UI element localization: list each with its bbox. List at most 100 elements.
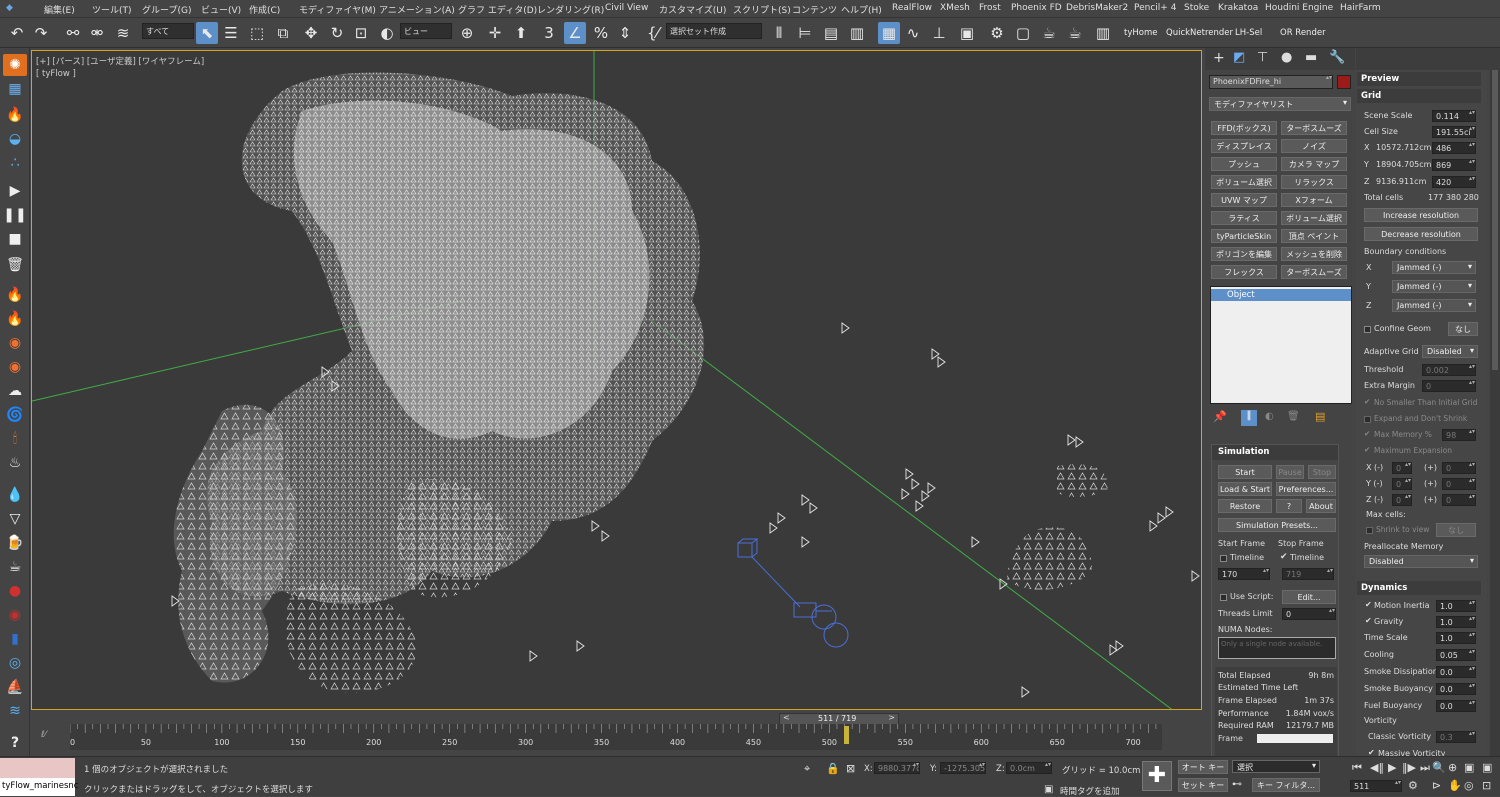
xm-spinner[interactable]: 0 <box>1392 462 1412 474</box>
menu-krakatoa[interactable]: Krakatoa <box>1218 3 1258 13</box>
angle-snap-icon[interactable]: ∠ <box>564 22 586 44</box>
sim-start-button[interactable]: Start <box>1218 465 1272 479</box>
edit-script-button[interactable]: Edit... <box>1282 590 1336 604</box>
undo-icon[interactable]: ↶ <box>6 22 28 44</box>
remove-modifier-icon[interactable]: 🗑 <box>1287 411 1300 422</box>
fire-source-icon[interactable]: 🔥 <box>3 104 27 126</box>
edit-named-selection-icon[interactable]: {⁄ <box>642 22 664 44</box>
y-coord-field[interactable]: -1275.305 <box>940 762 986 774</box>
expand-checkbox[interactable] <box>1364 416 1371 423</box>
modifier-displace-button[interactable]: ディスプレイス <box>1211 139 1277 153</box>
trash-icon[interactable]: 🗑 <box>3 254 27 276</box>
modifier-edit-poly-button[interactable]: ポリゴンを編集 <box>1211 247 1277 261</box>
rotate-icon[interactable]: ↻ <box>326 22 348 44</box>
dynamics-section-header[interactable]: Dynamics <box>1357 581 1481 595</box>
help-icon[interactable]: ? <box>3 732 27 754</box>
viewport-tyflow-label[interactable]: [ tyFlow ] <box>36 69 76 79</box>
menu-civil-view[interactable]: Civil View <box>605 3 648 13</box>
menu-modifiers[interactable]: モディファイヤ(M) <box>299 3 376 16</box>
rollout-scrollbar-thumb[interactable] <box>1492 70 1498 370</box>
modifier-uvw-map-button[interactable]: UVW マップ <box>1211 193 1277 207</box>
menu-scripting[interactable]: スクリプト(S) <box>733 3 791 16</box>
placement-icon[interactable]: ◐ <box>376 22 398 44</box>
rect-selection-icon[interactable]: ⬚ <box>246 22 268 44</box>
xp-spinner[interactable]: 0 <box>1442 462 1476 474</box>
preallocate-memory-dropdown[interactable]: Disabled <box>1364 555 1478 568</box>
modifier-relax-button[interactable]: リラックス <box>1281 175 1347 189</box>
isolate-selection-icon[interactable]: ⌖ <box>804 762 810 776</box>
selection-filter-dropdown[interactable]: すべて <box>142 23 194 39</box>
link-icon[interactable]: ⚯ <box>62 22 84 44</box>
menu-rendering[interactable]: レンダリング(R) <box>537 3 604 16</box>
cooling-spinner[interactable]: 0.05 <box>1436 649 1476 661</box>
shelf-tyhome-button[interactable]: tyHome <box>1124 28 1157 38</box>
cell-size-spinner[interactable]: 191.55cı <box>1432 126 1476 138</box>
scale-icon[interactable]: ⊡ <box>350 22 372 44</box>
prev-frame-icon[interactable]: ◀‖ <box>1370 761 1384 774</box>
object-name-field[interactable]: PhoenixFDFire_hi <box>1209 75 1333 89</box>
start-timeline-checkbox[interactable] <box>1220 555 1227 562</box>
key-mode-dropdown[interactable]: 選択 <box>1232 760 1320 773</box>
configure-sets-icon[interactable]: ▤ <box>1315 410 1325 423</box>
max-expansion-checkbox[interactable]: ✔ <box>1364 445 1370 454</box>
modifier-xform-button[interactable]: Xフォーム <box>1281 193 1347 207</box>
orbit-icon[interactable]: ◎ <box>1464 779 1474 792</box>
time-tag-icon[interactable]: ▣ <box>1044 784 1053 795</box>
modifier-push-button[interactable]: プッシュ <box>1211 157 1277 171</box>
max-memory-checkbox[interactable]: ✔ <box>1364 429 1370 438</box>
burning-icon[interactable]: ◉ <box>3 356 27 378</box>
selection-lock-icon[interactable]: 🔒 <box>826 762 840 775</box>
no-smaller-checkbox[interactable]: ✔ <box>1364 397 1370 406</box>
boundary-z-dropdown[interactable]: Jammed (-) <box>1392 299 1476 312</box>
curve-editor-mini-icon[interactable]: ℓ⁄ <box>41 730 46 740</box>
splash-icon[interactable]: ◉ <box>3 604 27 626</box>
modifier-lattice-button[interactable]: ラティス <box>1211 211 1277 225</box>
zoom-extents-icon[interactable]: ▣ <box>1464 761 1474 774</box>
add-key-icon[interactable]: ✚ <box>1142 761 1172 791</box>
named-selection-set-dropdown[interactable]: 選択セット作成 <box>666 23 762 39</box>
scene-scale-spinner[interactable]: 0.114 <box>1432 110 1476 122</box>
ocean-icon[interactable]: ≋ <box>3 700 27 722</box>
pan-icon[interactable]: ✋ <box>1448 779 1462 792</box>
scene-explorer-icon[interactable]: ▦ <box>878 22 900 44</box>
menu-phoenix-fd[interactable]: Phoenix FD <box>1011 3 1062 13</box>
tornado-icon[interactable]: 🌀 <box>3 404 27 426</box>
explosion-icon[interactable]: ◉ <box>3 332 27 354</box>
menu-animation[interactable]: アニメーション(A) <box>379 3 455 16</box>
smoke-buoyancy-spinner[interactable]: 0.0 <box>1436 683 1476 695</box>
yp-spinner[interactable]: 0 <box>1442 478 1476 490</box>
confine-geom-checkbox[interactable] <box>1364 326 1371 333</box>
reference-coord-dropdown[interactable]: ビュー <box>400 23 452 39</box>
ym-spinner[interactable]: 0 <box>1392 478 1412 490</box>
play-icon[interactable]: ▶ <box>3 180 27 202</box>
maximize-viewport-icon[interactable]: ⊡ <box>1482 779 1491 792</box>
motion-inertia-spinner[interactable]: 1.0 <box>1436 600 1476 612</box>
y-cells-spinner[interactable]: 869 <box>1432 159 1476 171</box>
schematic-view-icon[interactable]: ⊥ <box>928 22 950 44</box>
zm-spinner[interactable]: 0 <box>1392 494 1412 506</box>
stop-frame-spinner[interactable]: 719 <box>1282 568 1334 580</box>
motion-tab-icon[interactable]: ● <box>1281 50 1292 65</box>
rollout-scrollbar[interactable] <box>1490 70 1500 760</box>
add-time-tag-text[interactable]: 時間タグを追加 <box>1060 785 1120 797</box>
auto-key-button[interactable]: オート キー <box>1178 760 1228 774</box>
candle-icon[interactable]: 🕯 <box>3 428 27 450</box>
start-frame-spinner[interactable]: 170 <box>1218 568 1270 580</box>
numa-nodes-list[interactable]: Only a single node available. <box>1218 637 1336 659</box>
sim-presets-button[interactable]: Simulation Presets... <box>1218 518 1336 532</box>
menu-stoke[interactable]: Stoke <box>1184 3 1209 13</box>
z-coord-field[interactable]: 0.0cm <box>1006 762 1052 774</box>
menu-frost[interactable]: Frost <box>979 3 1001 13</box>
preview-section-header[interactable]: Preview <box>1357 72 1481 86</box>
render-setup-icon[interactable]: ⚙ <box>986 22 1008 44</box>
extra-margin-spinner[interactable]: 0 <box>1422 380 1476 392</box>
select-manipulate-icon[interactable]: ✛ <box>484 22 506 44</box>
maxscript-listener-mini[interactable] <box>0 758 75 778</box>
current-frame-marker[interactable] <box>844 726 849 744</box>
zoom-all-icon[interactable]: ⊕ <box>1448 761 1457 774</box>
beer-icon[interactable]: 🍺 <box>3 532 27 554</box>
confine-geom-pick-button[interactable]: なし <box>1448 322 1478 336</box>
viewport-label[interactable]: [+] [パース] [ユーザ定義] [ワイヤフレーム] <box>36 55 204 67</box>
liquid-source-icon[interactable]: ◒ <box>3 128 27 150</box>
menu-customize[interactable]: カスタマイズ(U) <box>659 3 726 16</box>
